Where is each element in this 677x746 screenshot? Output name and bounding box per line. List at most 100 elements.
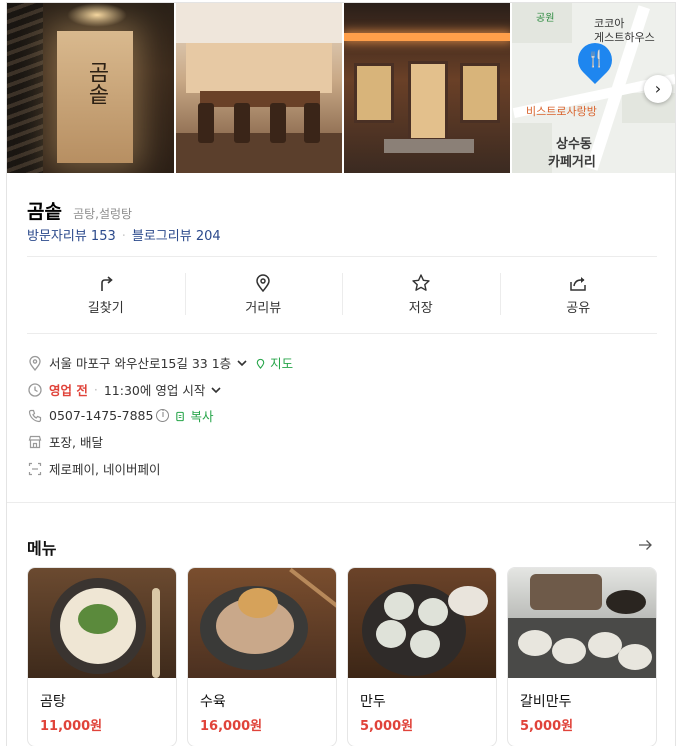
service-text: 포장, 배달 <box>49 435 103 450</box>
map-label-sangsu: 상수동 <box>556 137 592 152</box>
place-card: 곰솥 공원 코코아 게스트하우스 비스트로사랑방 상수동 카페거리 🍴 › 곰솥… <box>6 2 676 746</box>
map-link-label: 지도 <box>270 356 294 371</box>
payment-row: 제로페이, 네이버페이 <box>27 459 657 478</box>
chair <box>270 103 286 143</box>
menu-item-price: 11,000원 <box>40 719 103 734</box>
photo-storefront[interactable] <box>344 3 510 173</box>
menu-item-card[interactable]: 만두 5,000원 <box>347 567 497 746</box>
directions-icon <box>100 276 113 291</box>
front-window <box>460 63 500 123</box>
phone-row: 0507-1475-7885 i 복사 <box>27 406 657 425</box>
blog-review-link[interactable]: 블로그리뷰 204 <box>132 229 221 244</box>
place-category: 곰탕,설렁탕 <box>73 207 133 221</box>
arrow-right-icon[interactable] <box>637 537 653 553</box>
separator-dot: · <box>121 229 126 244</box>
divider <box>27 256 657 257</box>
staircase-decoration <box>7 3 43 173</box>
menu-item-card[interactable]: 곰탕 11,000원 <box>27 567 177 746</box>
copy-icon <box>176 411 185 422</box>
front-step <box>384 139 474 153</box>
photo-strip: 곰솥 공원 코코아 게스트하우스 비스트로사랑방 상수동 카페거리 🍴 › <box>7 3 675 173</box>
menu-item-name: 만두 <box>360 694 386 710</box>
menu-item-price: 5,000원 <box>520 719 574 734</box>
info-icon[interactable]: i <box>156 409 170 422</box>
menu-item-image <box>348 568 496 678</box>
map-label-cafe-street: 카페거리 <box>548 155 596 170</box>
chevron-down-icon[interactable] <box>209 383 223 397</box>
map-label-bistro: 비스트로사랑방 <box>526 105 597 118</box>
map-label-park: 공원 <box>536 13 555 24</box>
map-thumbnail[interactable]: 공원 코코아 게스트하우스 비스트로사랑방 상수동 카페거리 🍴 › <box>512 3 675 173</box>
wooden-sign: 곰솥 <box>57 31 133 163</box>
menu-item-image <box>188 568 336 678</box>
place-name: 곰솥 <box>27 201 62 223</box>
fork-knife-icon: 🍴 <box>586 49 606 68</box>
menu-item-image <box>508 568 656 678</box>
location-pin-icon <box>256 274 271 293</box>
chevron-down-icon[interactable] <box>235 356 249 370</box>
front-window <box>354 63 394 123</box>
sign-text: 곰솥 <box>84 61 109 105</box>
menu-section-title: 메뉴 <box>27 539 57 558</box>
copy-label: 복사 <box>190 409 214 424</box>
menu-item-card[interactable]: 갈비만두 5,000원 <box>507 567 657 746</box>
phone-icon <box>28 409 42 422</box>
visitor-review-link[interactable]: 방문자리뷰 153 <box>27 229 116 244</box>
share-label: 공유 <box>566 301 591 316</box>
dumpling <box>376 620 406 648</box>
action-bar: 길찾기 거리뷰 저장 공유 <box>27 265 657 327</box>
dumpling <box>552 638 586 664</box>
pay-scan-icon <box>28 462 42 475</box>
open-time[interactable]: 11:30에 영업 시작 <box>104 380 205 399</box>
photo-next-button[interactable]: › <box>644 75 672 103</box>
business-status: 영업 전 <box>49 383 88 398</box>
save-label: 저장 <box>408 301 433 316</box>
room-wall <box>186 43 332 93</box>
dumpling <box>618 644 652 670</box>
fried-garnish <box>238 588 278 618</box>
menu-item-card[interactable]: 수육 16,000원 <box>187 567 337 746</box>
chair <box>234 103 250 143</box>
share-button[interactable]: 공유 <box>499 265 658 327</box>
pin-small-icon <box>256 358 265 369</box>
street-view-button[interactable]: 거리뷰 <box>184 265 343 327</box>
place-title-row: 곰솥 곰탕,설렁탕 <box>27 197 132 224</box>
photo-dining-room[interactable] <box>176 3 342 173</box>
photo-signboard[interactable]: 곰솥 <box>7 3 174 173</box>
hours-row: 영업 전 · 11:30에 영업 시작 <box>27 380 657 399</box>
address-text[interactable]: 서울 마포구 와우산로15길 33 1층 <box>49 353 231 372</box>
star-icon <box>412 274 430 291</box>
copy-phone-button[interactable]: 복사 <box>175 406 213 425</box>
sauce-dish <box>448 586 488 616</box>
menu-item-name: 수육 <box>200 694 226 710</box>
front-door <box>408 61 448 141</box>
room-table <box>200 91 320 107</box>
front-light-strip <box>344 33 510 41</box>
chair <box>198 103 214 143</box>
save-button[interactable]: 저장 <box>342 265 500 327</box>
chair <box>304 103 320 143</box>
clock-icon <box>28 382 42 397</box>
spoon <box>152 588 160 678</box>
directions-button[interactable]: 길찾기 <box>27 265 185 327</box>
menu-item-name: 곰탕 <box>40 694 66 710</box>
room-ceiling <box>176 3 342 43</box>
sauce-dish <box>606 590 646 614</box>
lamp-glow <box>67 3 127 27</box>
dumpling <box>518 630 552 656</box>
dumpling <box>384 592 414 620</box>
menu-item-image <box>28 568 176 678</box>
menu-list: 곰탕 11,000원 수육 16,000원 만두 5,000원 갈비만두 5,0… <box>27 567 667 746</box>
menu-item-name: 갈비만두 <box>520 694 572 710</box>
review-links: 방문자리뷰 153 · 블로그리뷰 204 <box>27 225 221 244</box>
share-icon <box>570 277 586 291</box>
divider <box>27 333 657 334</box>
street-view-label: 거리뷰 <box>245 301 282 316</box>
section-divider <box>7 502 675 503</box>
service-row: 포장, 배달 <box>27 432 657 451</box>
dumpling <box>588 632 622 658</box>
dumpling <box>418 598 448 626</box>
menu-item-price: 5,000원 <box>360 719 414 734</box>
phone-number[interactable]: 0507-1475-7885 <box>49 408 153 423</box>
map-link[interactable]: 지도 <box>255 353 293 372</box>
